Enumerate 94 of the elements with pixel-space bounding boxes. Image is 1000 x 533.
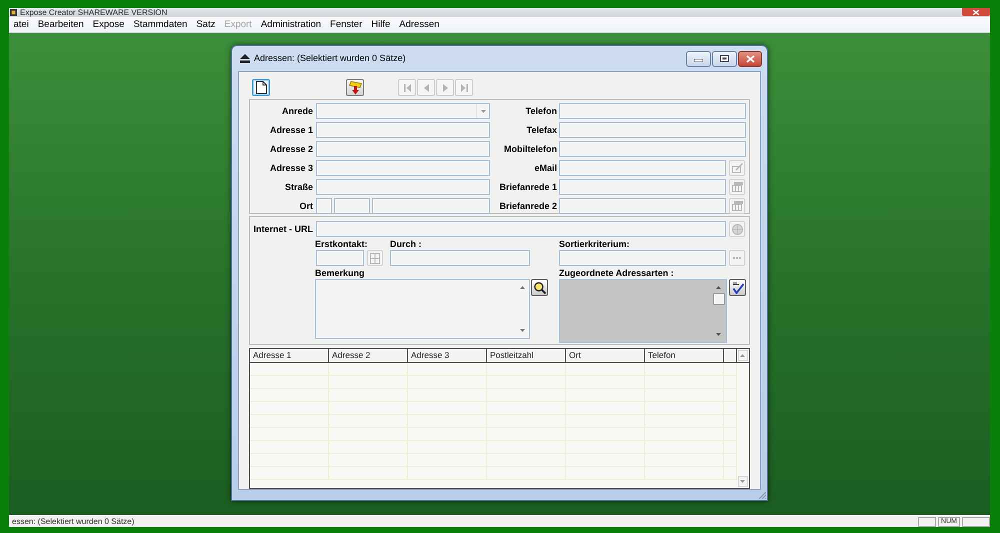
input-field[interactable] [559, 179, 726, 195]
field-label: Briefanrede 2 [499, 202, 557, 210]
input-field[interactable] [334, 198, 370, 214]
field-label: Durch : [390, 240, 422, 249]
search-button[interactable] [531, 279, 548, 296]
input-field[interactable] [372, 198, 490, 214]
input-field[interactable] [316, 221, 726, 237]
column-header[interactable]: Postleitzahl [487, 349, 566, 362]
field-label: Bemerkung [315, 269, 365, 278]
scroll-up-icon [740, 354, 745, 357]
menu-item[interactable]: Hilfe [366, 18, 395, 32]
scroll-up-button[interactable] [738, 350, 748, 361]
input-field[interactable] [559, 198, 726, 214]
scroll-down-button[interactable] [738, 476, 748, 487]
dialog-title: Adressen: (Selektiert wurden 0 Sätze) [254, 54, 406, 63]
menu-item[interactable]: Adressen [394, 18, 444, 32]
menu-item[interactable]: Fenster [326, 18, 367, 32]
field-label: Telefax [526, 126, 557, 134]
minimize-button[interactable] [686, 50, 711, 66]
globe-icon [732, 224, 742, 234]
input-field[interactable] [316, 160, 490, 176]
input-field[interactable] [316, 179, 490, 195]
input-field[interactable] [559, 160, 726, 176]
table-icon [732, 201, 742, 211]
input-field[interactable] [390, 250, 530, 266]
column-header[interactable]: Adresse 3 [408, 349, 487, 362]
input-field[interactable] [559, 103, 746, 119]
column-header[interactable]: Adresse 1 [250, 349, 329, 362]
field-label: Adresse 2 [270, 144, 313, 154]
spellcheck-icon [732, 282, 744, 294]
minimize-icon [694, 58, 703, 62]
dropdown-field[interactable] [316, 103, 490, 119]
document-icon [256, 81, 266, 94]
input-field[interactable] [316, 198, 332, 214]
scroll-down-icon [716, 333, 721, 336]
scrollbar-thumb[interactable] [712, 293, 724, 305]
menu-item[interactable]: Stammdaten [128, 18, 192, 32]
field-label: Erstkontakt: [315, 240, 368, 249]
new-button[interactable] [252, 79, 270, 96]
input-field[interactable] [559, 122, 746, 138]
skip-last-icon [460, 84, 468, 92]
input-field[interactable] [559, 141, 746, 157]
input-field[interactable] [559, 250, 726, 266]
spellcheck-button[interactable] [729, 279, 746, 296]
menu-item[interactable]: Bearbeiten [33, 18, 88, 32]
status-text: essen: (Selektiert wurden 0 Sätze) [11, 518, 134, 526]
dropdown-arrow-icon [480, 110, 486, 112]
scroll-down-icon [520, 329, 525, 332]
edit-icon [732, 163, 742, 173]
eject-icon [240, 54, 250, 63]
input-field[interactable] [316, 122, 490, 138]
close-button[interactable] [962, 8, 990, 16]
field-label: Internet - URL [254, 224, 313, 234]
maximize-button[interactable] [712, 50, 737, 66]
column-header[interactable]: Adresse 2 [329, 349, 408, 362]
menu-item[interactable]: Administration [256, 18, 326, 32]
field-label: Adresse 3 [270, 164, 313, 172]
scroll-down-icon [740, 480, 745, 483]
menu-item[interactable]: atei [9, 18, 34, 32]
close-icon [973, 10, 979, 14]
calendar-icon [370, 252, 380, 264]
input-field[interactable] [316, 250, 364, 266]
arrow-tool-icon [348, 80, 362, 94]
search-icon [534, 282, 546, 294]
field-label: Briefanrede 1 [499, 182, 557, 192]
scroll-up-icon [520, 286, 525, 289]
next-icon [442, 84, 448, 92]
field-label: Mobiltelefon [504, 144, 557, 154]
field-label: Straße [284, 182, 313, 192]
previous-icon [424, 84, 428, 92]
skip-first-icon [404, 84, 410, 92]
field-label: Ort [300, 202, 313, 210]
status-panel [962, 516, 990, 526]
column-header[interactable]: Telefon [645, 349, 724, 362]
field-label: Telefon [526, 106, 557, 116]
input-field[interactable] [316, 141, 490, 157]
resize-grip-icon[interactable] [758, 491, 766, 499]
close-icon [746, 54, 754, 62]
column-header[interactable]: Ort [566, 349, 645, 362]
menu-item[interactable]: Expose [88, 18, 129, 32]
scroll-up-icon [716, 286, 721, 289]
menu-item[interactable]: Satz [192, 18, 220, 32]
app-title: Expose Creator SHAREWARE VERSION [20, 8, 168, 16]
field-label: eMail [534, 164, 557, 172]
field-label: Sortierkriterium: [559, 240, 630, 249]
app-icon [10, 9, 17, 16]
table-icon [732, 182, 742, 192]
field-label: Adresse 1 [270, 126, 313, 134]
status-panel [918, 516, 936, 526]
field-label: Anrede [282, 106, 313, 116]
tool-button[interactable] [346, 79, 364, 96]
field-label: Zugeordnete Adressarten : [559, 269, 674, 278]
close-button[interactable] [738, 50, 762, 66]
maximize-icon [720, 55, 729, 62]
